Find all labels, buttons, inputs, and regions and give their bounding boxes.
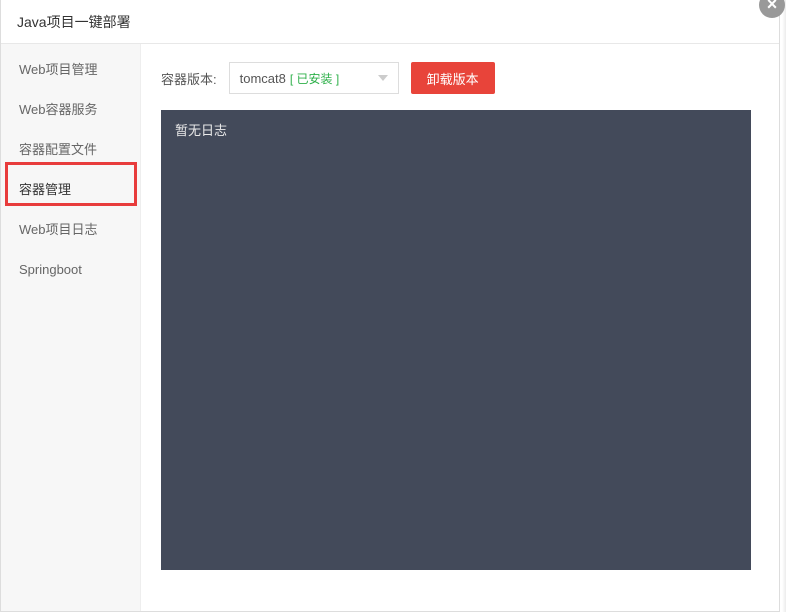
sidebar-item-web-container-service[interactable]: Web容器服务 (1, 90, 140, 130)
modal-title: Java项目一键部署 (1, 0, 779, 44)
sidebar-item-label: 容器配置文件 (19, 142, 97, 157)
sidebar-item-springboot[interactable]: Springboot (1, 250, 140, 290)
content-area: 容器版本: tomcat8 [ 已安装 ] 卸载版本 暂无日志 (141, 44, 779, 611)
sidebar-item-container-manage[interactable]: 容器管理 (1, 170, 140, 210)
log-empty-text: 暂无日志 (175, 123, 227, 138)
select-value: tomcat8 (240, 71, 286, 86)
log-panel: 暂无日志 (161, 110, 751, 570)
sidebar-item-container-config[interactable]: 容器配置文件 (1, 130, 140, 170)
installed-tag: [ 已安装 ] (290, 70, 339, 87)
uninstall-button[interactable]: 卸载版本 (411, 62, 495, 94)
sidebar-item-web-project-log[interactable]: Web项目日志 (1, 210, 140, 250)
modal-container: × Java项目一键部署 Web项目管理 Web容器服务 容器配置文件 容器管理… (0, 0, 780, 612)
sidebar-item-label: Web项目日志 (19, 222, 98, 237)
sidebar-item-label: Springboot (19, 262, 82, 277)
sidebar: Web项目管理 Web容器服务 容器配置文件 容器管理 Web项目日志 Spri… (1, 44, 141, 611)
modal-body: Web项目管理 Web容器服务 容器配置文件 容器管理 Web项目日志 Spri… (1, 44, 779, 611)
sidebar-item-label: Web容器服务 (19, 102, 98, 117)
toolbar: 容器版本: tomcat8 [ 已安装 ] 卸载版本 (161, 62, 759, 94)
chevron-down-icon (378, 75, 388, 81)
sidebar-item-web-project[interactable]: Web项目管理 (1, 50, 140, 90)
sidebar-item-label: Web项目管理 (19, 62, 98, 77)
version-label: 容器版本: (161, 69, 217, 88)
sidebar-item-label: 容器管理 (19, 182, 71, 197)
right-edge-shadow (782, 0, 786, 612)
container-version-select[interactable]: tomcat8 [ 已安装 ] (229, 62, 399, 94)
